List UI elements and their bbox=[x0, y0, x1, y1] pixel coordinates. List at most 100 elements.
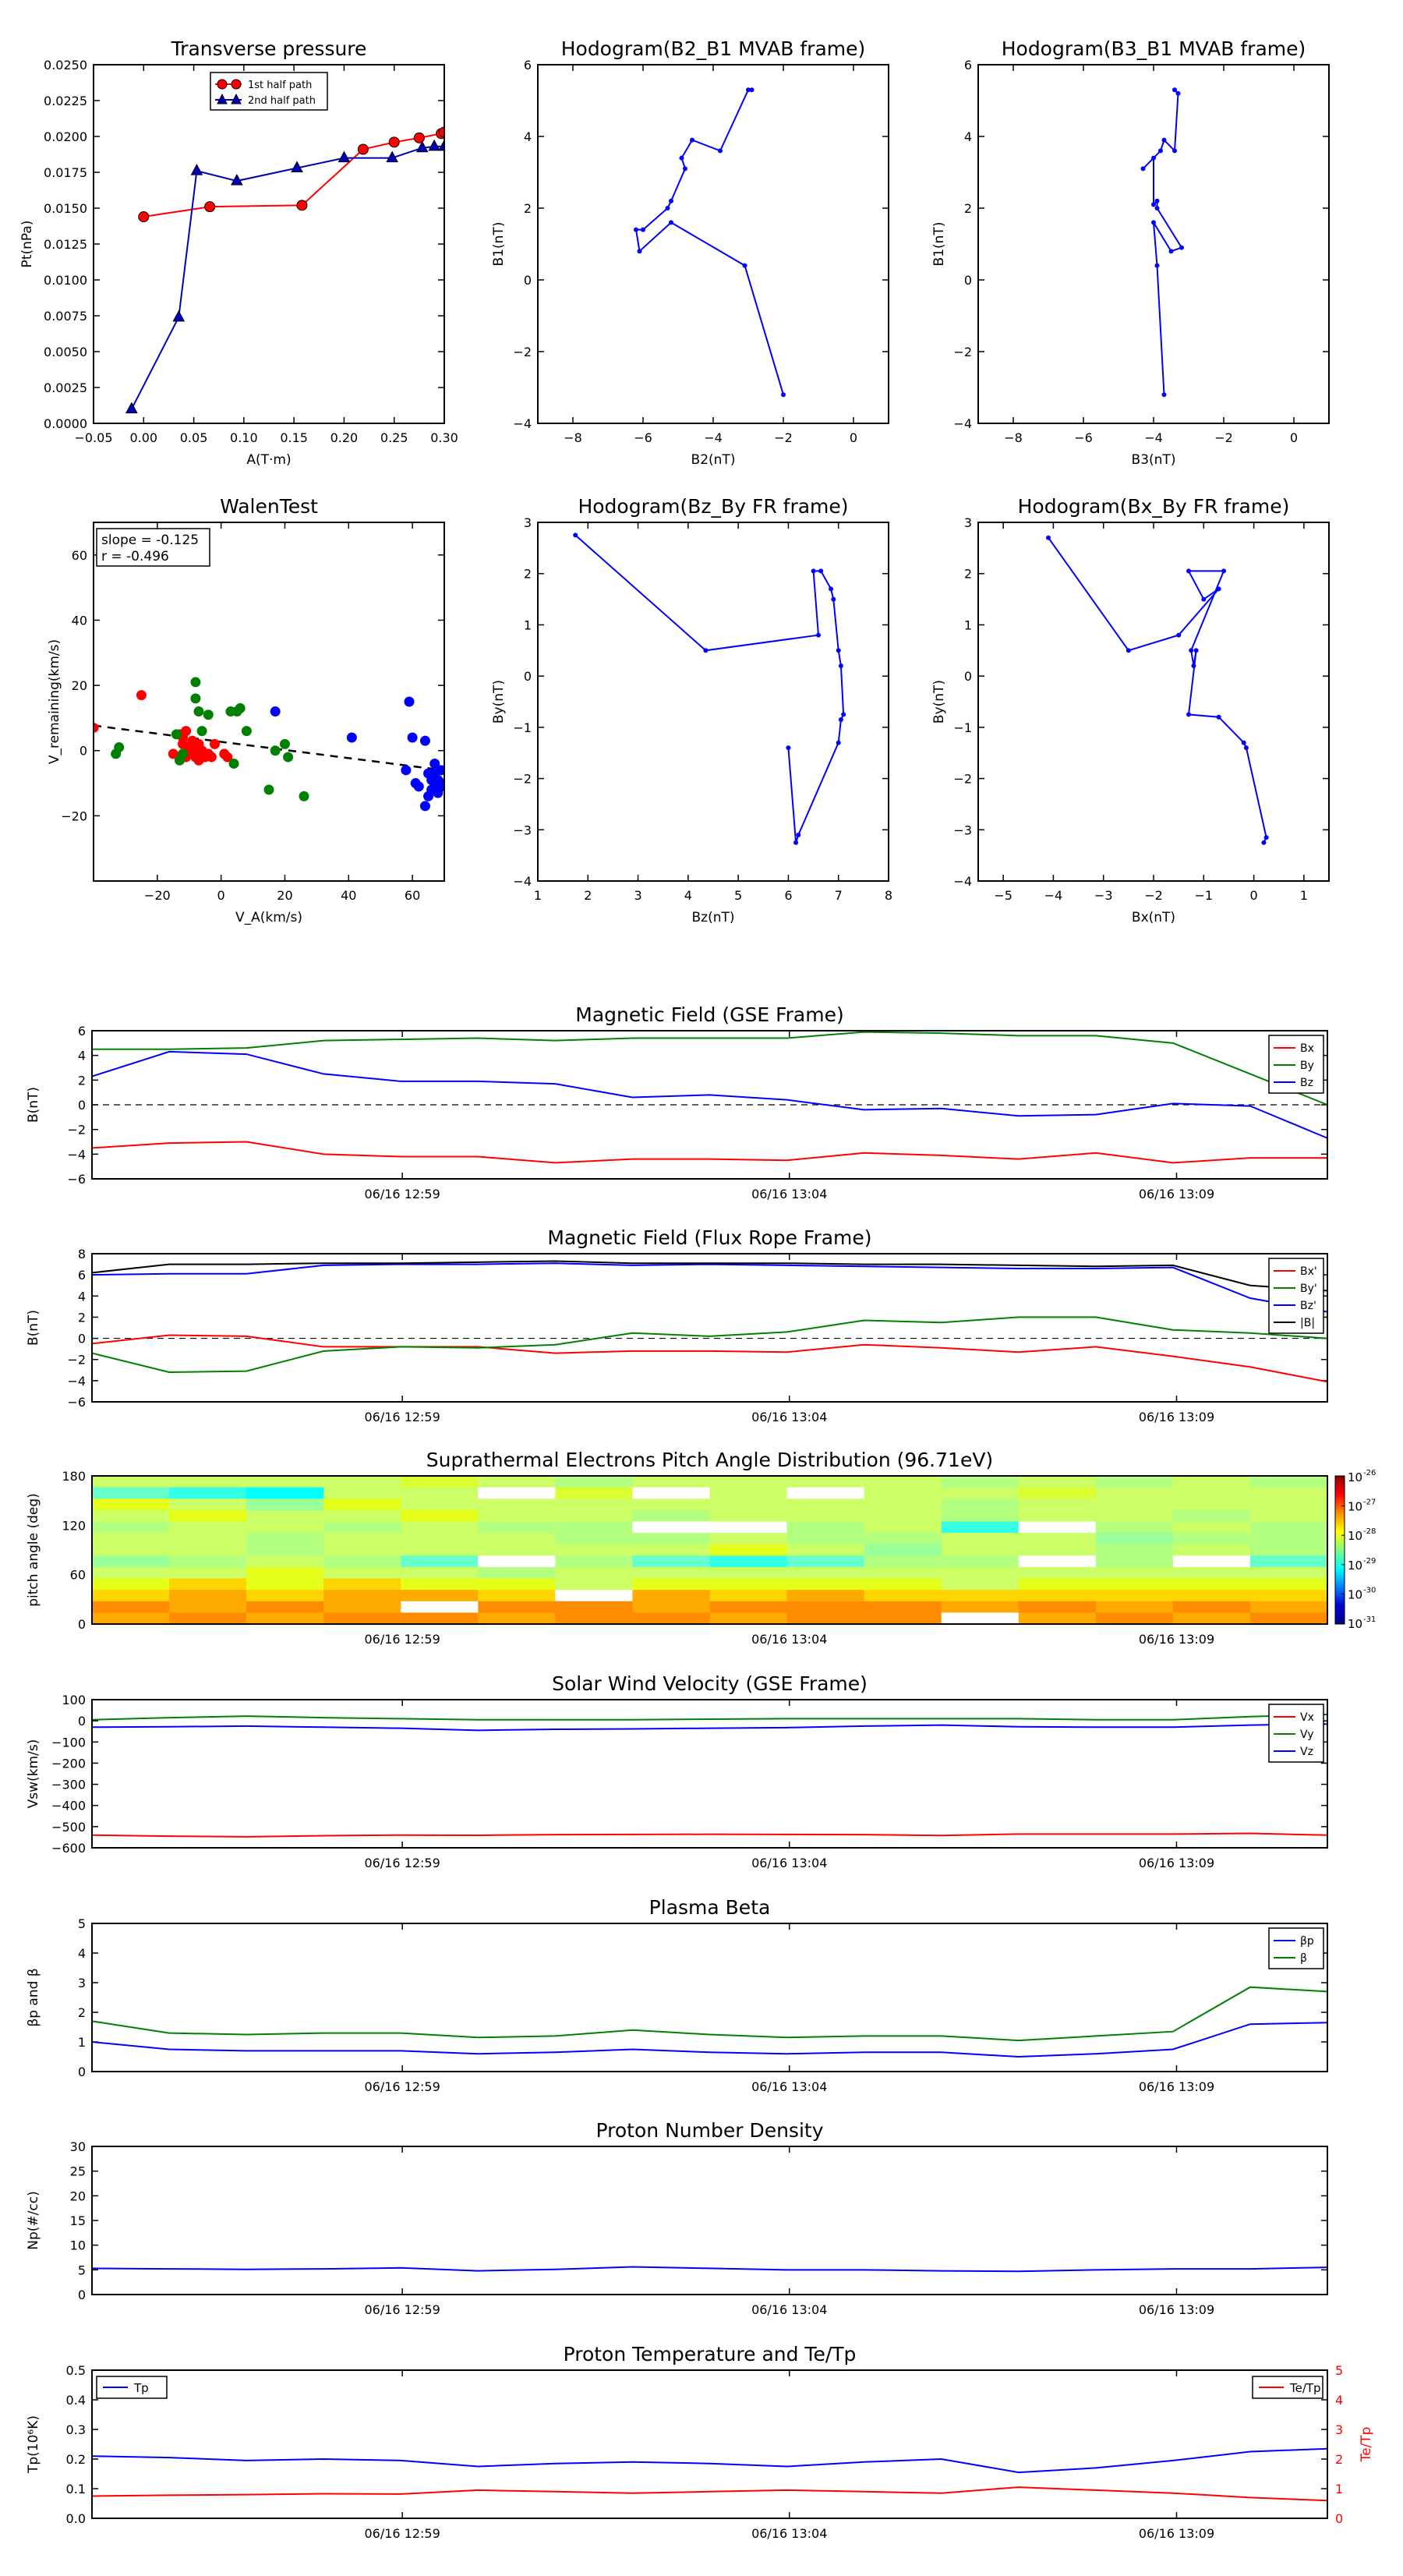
heatmap-cell bbox=[941, 1544, 1020, 1556]
chart-title: Magnetic Field (Flux Rope Frame) bbox=[547, 1226, 871, 1249]
plot-frame bbox=[977, 522, 1330, 882]
heatmap-cell bbox=[1095, 1487, 1174, 1499]
y-tick-label: 4 bbox=[78, 1946, 86, 1961]
heatmap-cell bbox=[786, 1487, 865, 1499]
y-tick-label: 0.2 bbox=[66, 2452, 86, 2467]
series-line bbox=[91, 2266, 1328, 2273]
y-tick-label: 5 bbox=[78, 2263, 86, 2277]
x-tick-label: −8 bbox=[1004, 430, 1023, 445]
plot-frame bbox=[91, 1253, 1328, 1403]
x-tick-label: −4 bbox=[1144, 430, 1163, 445]
heatmap-cell bbox=[246, 1601, 324, 1613]
legend-label: |B| bbox=[1300, 1317, 1315, 1329]
y-tick-label: 0.1 bbox=[66, 2482, 86, 2496]
heatmap-cell bbox=[246, 1533, 324, 1545]
heatmap-cell bbox=[1018, 1521, 1097, 1534]
fit-line bbox=[94, 724, 444, 772]
data-point bbox=[831, 596, 836, 602]
y-tick-label: 20 bbox=[70, 2189, 86, 2203]
plot-area bbox=[94, 677, 444, 812]
heatmap-cell bbox=[401, 1509, 479, 1522]
y-tick-label: 0 bbox=[524, 273, 532, 288]
heatmap-cell bbox=[1249, 1578, 1328, 1591]
y-tick-label: 60 bbox=[70, 1568, 86, 1583]
heatmap-cell bbox=[941, 1509, 1020, 1522]
x-tick-label: 8 bbox=[885, 888, 892, 903]
data-point bbox=[1158, 148, 1163, 154]
data-point bbox=[793, 840, 799, 845]
y-tick-label: 2 bbox=[78, 1310, 86, 1325]
chart-title: Plasma Beta bbox=[649, 1896, 771, 1919]
y-tick-label: 6 bbox=[78, 1024, 86, 1039]
heatmap-cell bbox=[323, 1487, 401, 1499]
heatmap-cell bbox=[786, 1555, 865, 1568]
legend-label: Vz bbox=[1300, 1746, 1313, 1758]
heatmap-cell bbox=[709, 1521, 788, 1534]
data-point bbox=[718, 148, 723, 154]
x-tick-label: −20 bbox=[144, 888, 171, 903]
data-point bbox=[838, 663, 843, 668]
data-point bbox=[190, 677, 201, 688]
series-line bbox=[130, 145, 444, 410]
y-tick-label: 3 bbox=[78, 1976, 86, 1990]
data-point bbox=[836, 740, 841, 745]
heatmap-cell bbox=[169, 1566, 247, 1580]
heatmap-cell bbox=[864, 1612, 942, 1625]
heatmap-cell bbox=[709, 1499, 788, 1511]
heatmap-cell bbox=[555, 1566, 633, 1580]
plot-area bbox=[125, 126, 444, 414]
x-tick-label: 06/16 13:09 bbox=[1139, 2526, 1214, 2541]
heatmap-cell bbox=[401, 1566, 479, 1580]
heatmap-cell bbox=[864, 1601, 942, 1613]
x-tick-label: 06/16 12:59 bbox=[364, 1410, 440, 1424]
right-tick-label: 5 bbox=[1335, 2363, 1343, 2378]
data-point bbox=[1172, 87, 1177, 93]
heatmap-cell bbox=[323, 1601, 401, 1613]
y-tick-label: 0.0200 bbox=[44, 129, 87, 144]
heatmap-cell bbox=[941, 1487, 1020, 1499]
heatmap-cell bbox=[478, 1521, 556, 1534]
x-tick-label: 7 bbox=[835, 888, 843, 903]
x-tick-label: 1 bbox=[534, 888, 542, 903]
x-tick-label: −6 bbox=[1074, 430, 1093, 445]
x-tick-label: 3 bbox=[634, 888, 641, 903]
heatmap-cell bbox=[401, 1487, 479, 1499]
heatmap-cell bbox=[786, 1544, 865, 1556]
x-tick-label: 40 bbox=[341, 888, 356, 903]
data-point bbox=[270, 745, 281, 756]
heatmap-cell bbox=[864, 1544, 942, 1556]
heatmap-cell bbox=[478, 1533, 556, 1545]
heatmap-cell bbox=[246, 1590, 324, 1602]
heatmap-cell bbox=[401, 1521, 479, 1534]
heatmap-cell bbox=[864, 1590, 942, 1602]
y-tick-label: 2 bbox=[524, 201, 532, 216]
heatmap-cell bbox=[169, 1555, 247, 1568]
y-axis-label: Vsw(km/s) bbox=[26, 1739, 41, 1809]
heatmap-cell bbox=[246, 1487, 324, 1499]
heatmap-cell bbox=[1249, 1533, 1328, 1545]
heatmap-cell bbox=[864, 1521, 942, 1534]
y-tick-label: 0.0075 bbox=[44, 309, 87, 324]
data-point bbox=[357, 143, 369, 155]
heatmap-cell bbox=[401, 1612, 479, 1625]
data-point bbox=[413, 781, 424, 792]
y-tick-label: 30 bbox=[70, 2139, 86, 2154]
y-tick-label: 1 bbox=[78, 2035, 86, 2050]
data-point bbox=[1151, 220, 1156, 225]
legend-label: By' bbox=[1300, 1283, 1317, 1295]
data-point bbox=[634, 227, 638, 232]
heatmap-cell bbox=[246, 1521, 324, 1534]
x-tick-label: 0.05 bbox=[180, 430, 208, 445]
heatmap-cell bbox=[555, 1499, 633, 1511]
heatmap-cell bbox=[941, 1499, 1020, 1511]
heatmap-cell bbox=[92, 1533, 170, 1545]
plot-frame bbox=[977, 64, 1330, 424]
x-tick-label: 60 bbox=[405, 888, 420, 903]
y-tick-label: 0 bbox=[78, 2288, 86, 2302]
heatmap-cell bbox=[555, 1509, 633, 1522]
heatmap-cell bbox=[1249, 1601, 1328, 1613]
data-point bbox=[1216, 714, 1221, 720]
heatmap-cell bbox=[478, 1487, 556, 1499]
plot-frame bbox=[91, 1923, 1328, 2072]
y-tick-label: 0 bbox=[80, 744, 87, 759]
